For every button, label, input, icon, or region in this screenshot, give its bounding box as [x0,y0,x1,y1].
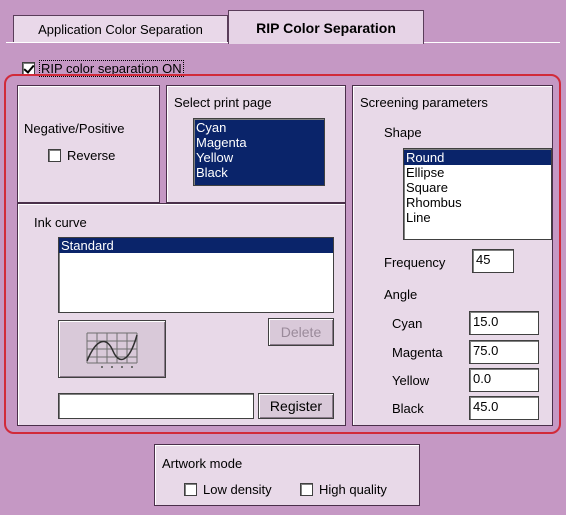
tab-application-color-separation[interactable]: Application Color Separation [13,15,228,43]
tab-label: RIP Color Separation [256,19,396,36]
tab-rip-color-separation[interactable]: RIP Color Separation [228,10,424,44]
low-density-label: Low density [203,482,272,497]
artwork-mode-title: Artwork mode [162,456,243,471]
low-density-check-icon[interactable] [184,483,197,496]
tab-divider [424,42,560,43]
highlight-frame [4,74,561,434]
tab-label: Application Color Separation [38,22,203,37]
low-density-checkbox[interactable]: Low density [184,482,272,497]
rip-on-check-icon[interactable] [22,61,35,75]
tab-divider [6,42,228,43]
high-quality-check-icon[interactable] [300,483,313,496]
high-quality-label: High quality [319,482,387,497]
high-quality-checkbox[interactable]: High quality [300,482,387,497]
